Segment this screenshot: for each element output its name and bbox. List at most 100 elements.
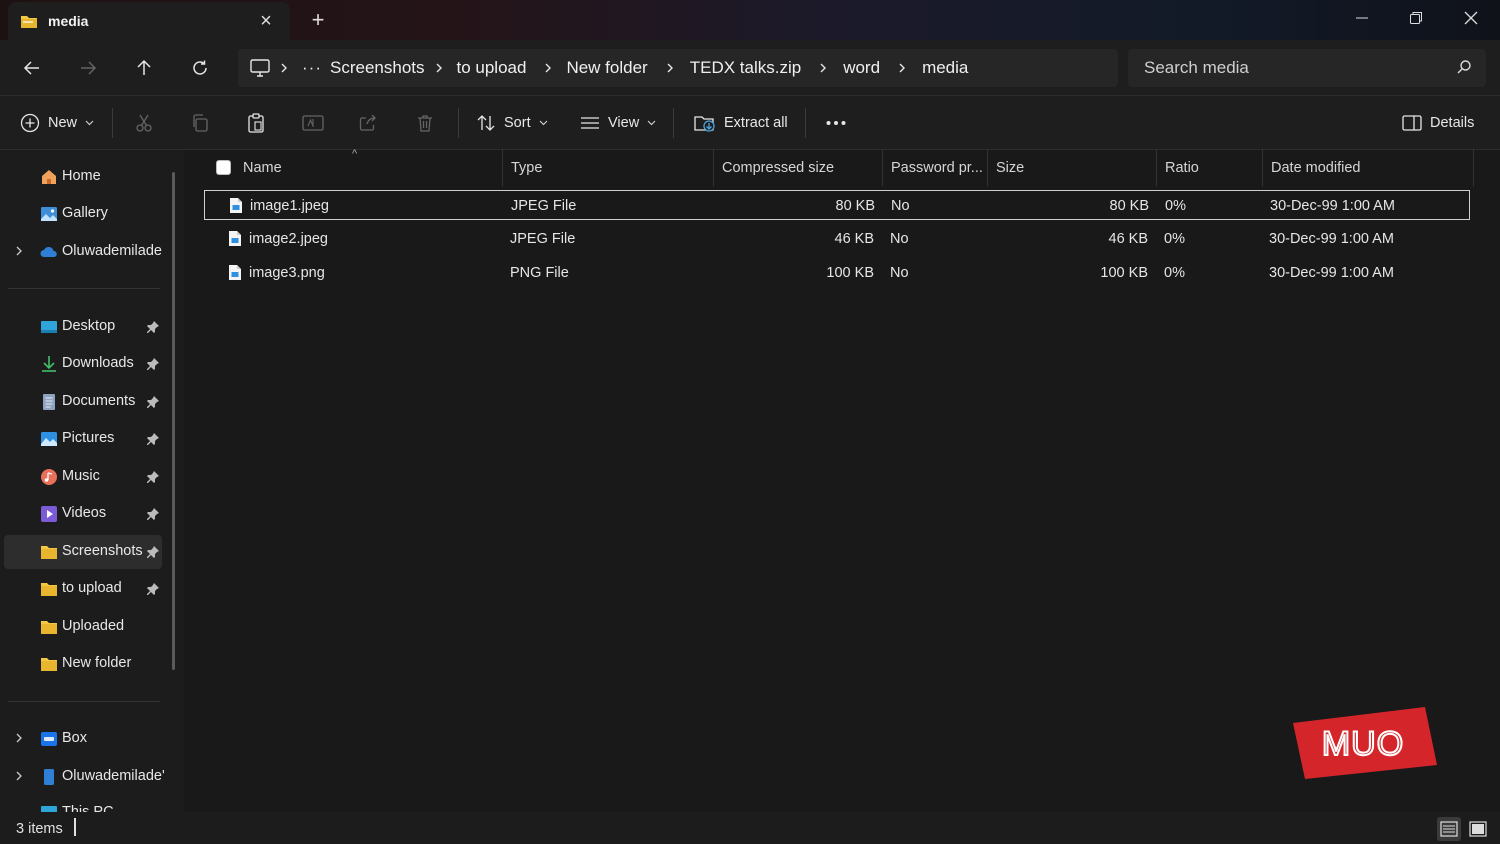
breadcrumb-screenshots[interactable]: Screenshots	[330, 58, 425, 78]
back-button[interactable]	[16, 52, 48, 84]
pin-icon[interactable]	[146, 582, 160, 596]
copy-button[interactable]	[190, 108, 210, 138]
column-header-compressed-size[interactable]: Compressed size	[714, 150, 883, 186]
restore-button[interactable]	[1396, 4, 1436, 32]
refresh-button[interactable]	[184, 52, 216, 84]
up-button[interactable]	[128, 52, 160, 84]
tiles-view-button[interactable]	[1466, 817, 1490, 841]
table-row[interactable]: image1.jpeg JPEG File 80 KB No 80 KB 0% …	[204, 190, 1470, 220]
table-row[interactable]: image3.png PNG File 100 KB No 100 KB 0% …	[204, 258, 1470, 288]
sidebar-item-downloads[interactable]: Downloads	[4, 347, 162, 381]
sidebar-item-pictures[interactable]: Pictures	[4, 422, 162, 456]
breadcrumb-new-folder[interactable]: New folder	[566, 58, 647, 78]
tab-media[interactable]: media ×	[8, 2, 290, 40]
sidebar-item-onedrive[interactable]: Oluwademilade	[4, 235, 162, 269]
breadcrumb-media[interactable]: media	[922, 58, 968, 78]
pin-icon[interactable]	[146, 357, 160, 371]
sidebar-item-videos[interactable]: Videos	[4, 497, 162, 531]
file-size: 80 KB	[1109, 198, 1150, 214]
more-locations-icon[interactable]: ···	[298, 58, 326, 78]
sidebar-scrollbar[interactable]	[172, 172, 175, 670]
paste-button[interactable]	[246, 108, 266, 138]
sidebar-item-to-upload[interactable]: to upload	[4, 572, 162, 606]
column-header-date-modified[interactable]: Date modified	[1263, 150, 1474, 186]
chevron-right-icon[interactable]	[809, 62, 837, 74]
sidebar-item-this-pc[interactable]: This PC	[4, 796, 162, 812]
table-row[interactable]: image2.jpeg JPEG File 46 KB No 46 KB 0% …	[204, 224, 1470, 254]
search-icon[interactable]	[1456, 59, 1472, 75]
chevron-down-icon	[85, 120, 94, 126]
pin-icon[interactable]	[146, 320, 160, 334]
share-button[interactable]	[358, 108, 378, 138]
monitor-icon[interactable]	[250, 59, 270, 77]
navigation-pane: Home Gallery Oluwademilade Desktop Downl…	[0, 150, 184, 812]
sidebar-item-home[interactable]: Home	[4, 160, 162, 194]
folder-icon	[21, 16, 37, 28]
search-input[interactable]: Search media	[1128, 49, 1486, 87]
column-label: Date modified	[1271, 160, 1361, 176]
sidebar-item-uploaded[interactable]: Uploaded	[4, 610, 162, 644]
select-all-checkbox[interactable]	[216, 160, 231, 175]
chevron-right-icon[interactable]	[14, 769, 24, 783]
search-placeholder: Search media	[1144, 58, 1249, 77]
breadcrumb-tedx-zip[interactable]: TEDX talks.zip	[690, 58, 801, 78]
more-options-button[interactable]	[826, 108, 846, 138]
sidebar-item-label: Oluwademilade'	[62, 768, 165, 784]
document-icon	[43, 394, 55, 410]
pin-icon[interactable]	[146, 432, 160, 446]
details-view-button[interactable]	[1437, 817, 1461, 841]
delete-button[interactable]	[415, 108, 435, 138]
chevron-right-icon[interactable]	[888, 62, 916, 74]
forward-button[interactable]	[72, 52, 104, 84]
chevron-right-icon[interactable]	[14, 731, 24, 745]
new-tab-button[interactable]: +	[305, 7, 331, 33]
pc-icon	[41, 806, 57, 812]
breadcrumb-to-upload[interactable]: to upload	[457, 58, 527, 78]
extract-all-button[interactable]: Extract all	[694, 108, 788, 138]
address-bar[interactable]: ··· Screenshots to upload New folder TED…	[238, 49, 1118, 87]
close-tab-icon[interactable]: ×	[256, 11, 276, 31]
chevron-right-icon[interactable]	[425, 62, 453, 74]
toolbar-divider	[673, 108, 674, 138]
pictures-icon	[41, 432, 57, 446]
sidebar-item-desktop[interactable]: Desktop	[4, 310, 162, 344]
details-view-icon	[1440, 821, 1458, 837]
column-label: Size	[996, 160, 1025, 176]
column-header-ratio[interactable]: Ratio	[1157, 150, 1263, 186]
close-window-button[interactable]	[1451, 4, 1491, 32]
details-button[interactable]: Details	[1402, 108, 1474, 138]
chevron-right-icon[interactable]	[14, 244, 24, 258]
column-header-type[interactable]: Type	[503, 150, 714, 186]
chevron-right-icon[interactable]	[656, 62, 684, 74]
column-header-name[interactable]: Name	[235, 150, 503, 186]
sidebar-item-device[interactable]: Oluwademilade'	[4, 760, 165, 794]
sidebar-item-screenshots[interactable]: Screenshots	[4, 535, 162, 569]
chevron-right-icon[interactable]	[270, 62, 298, 74]
tiles-view-icon	[1469, 821, 1487, 837]
new-button[interactable]: New	[20, 108, 94, 138]
sort-button[interactable]: Sort	[476, 108, 548, 138]
pin-icon[interactable]	[146, 395, 160, 409]
column-header-password[interactable]: Password pr...	[883, 150, 988, 186]
sidebar-item-gallery[interactable]: Gallery	[4, 197, 162, 231]
muo-logo: MUO	[1293, 707, 1437, 779]
view-button[interactable]: View	[580, 108, 656, 138]
pin-icon[interactable]	[146, 470, 160, 484]
address-row: ··· Screenshots to upload New folder TED…	[0, 40, 1500, 96]
sidebar-item-new-folder[interactable]: New folder	[4, 647, 162, 681]
sidebar-item-box[interactable]: Box	[4, 722, 162, 756]
image-file-icon	[230, 198, 242, 213]
breadcrumb-word[interactable]: word	[843, 58, 880, 78]
rename-button[interactable]	[302, 108, 324, 138]
file-compressed-size: 80 KB	[835, 198, 876, 214]
sidebar-item-label: Desktop	[62, 318, 116, 334]
sidebar-item-label: Downloads	[62, 355, 134, 371]
pin-icon[interactable]	[146, 545, 160, 559]
sidebar-item-documents[interactable]: Documents	[4, 385, 162, 419]
cut-button[interactable]	[134, 108, 154, 138]
minimize-button[interactable]	[1342, 4, 1382, 32]
chevron-right-icon[interactable]	[534, 62, 562, 74]
sidebar-item-music[interactable]: Music	[4, 460, 162, 494]
pin-icon[interactable]	[146, 507, 160, 521]
column-header-size[interactable]: Size	[988, 150, 1157, 186]
